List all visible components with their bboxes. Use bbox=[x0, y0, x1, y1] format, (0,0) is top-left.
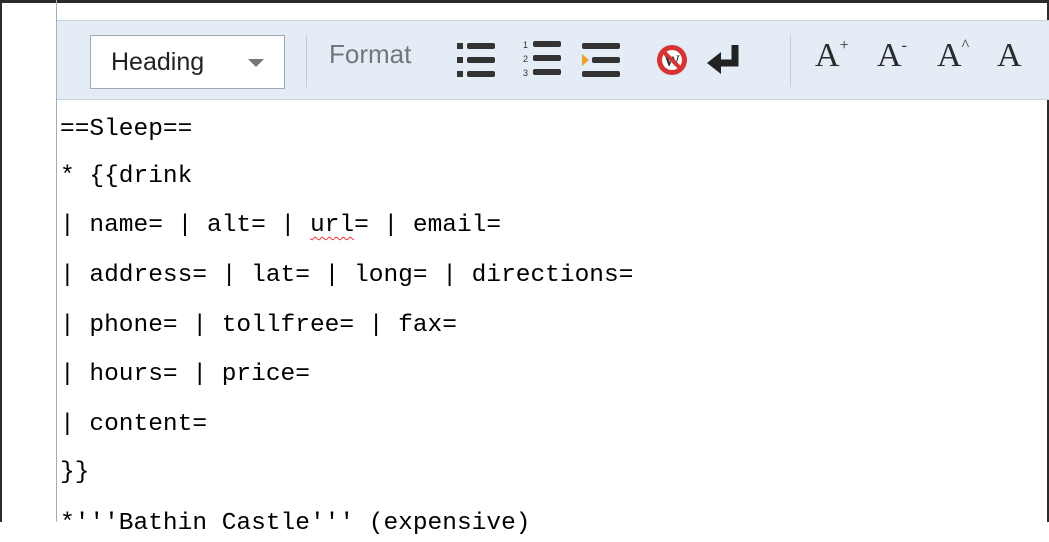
svg-text:2: 2 bbox=[523, 54, 528, 64]
big-font-icon[interactable]: A+ bbox=[815, 37, 849, 74]
code-line: * {{drink bbox=[60, 163, 193, 190]
small-font-icon[interactable]: A- bbox=[877, 37, 907, 74]
editor-toolbar: Heading Format 1 2 3 A+ A- A^ A bbox=[57, 20, 1049, 100]
bulleted-list-icon[interactable] bbox=[457, 35, 497, 92]
format-label: Format bbox=[329, 39, 412, 69]
wikitext-editor[interactable]: ==Sleep== * {{drink | name= | alt= | url… bbox=[60, 112, 1049, 537]
code-line: ==Sleep== bbox=[60, 116, 193, 143]
misspelled-word: url bbox=[309, 212, 355, 239]
toolbar-divider bbox=[306, 35, 307, 87]
code-line: | phone= | tollfree= | fax= bbox=[60, 312, 457, 339]
window-left-border bbox=[0, 0, 2, 522]
toolbar-divider bbox=[790, 35, 791, 87]
superscript-icon[interactable]: A^ bbox=[937, 37, 969, 74]
code-line: | name= | alt= | url= | email= bbox=[60, 212, 502, 239]
superscript-label: A bbox=[937, 37, 962, 74]
subscript-icon[interactable]: A bbox=[997, 39, 1022, 73]
svg-text:1: 1 bbox=[523, 40, 528, 50]
chevron-down-icon bbox=[248, 59, 264, 67]
heading-dropdown-label: Heading bbox=[111, 47, 205, 76]
big-font-label: A bbox=[815, 37, 840, 74]
heading-dropdown[interactable]: Heading bbox=[90, 35, 285, 89]
indent-icon[interactable] bbox=[582, 35, 622, 92]
code-line: | hours= | price= bbox=[60, 361, 310, 388]
code-line: | address= | lat= | long= | directions= bbox=[60, 262, 634, 289]
small-font-label: A bbox=[877, 37, 902, 74]
code-line: | content= bbox=[60, 411, 208, 438]
newline-icon[interactable] bbox=[705, 35, 745, 92]
no-wiki-icon[interactable]: W bbox=[654, 35, 694, 92]
svg-text:3: 3 bbox=[523, 68, 528, 78]
numbered-list-icon[interactable]: 1 2 3 bbox=[523, 35, 563, 92]
code-line: *'''Bathin Castle''' (expensive) bbox=[60, 510, 531, 537]
code-line: }} bbox=[60, 459, 90, 486]
subscript-label: A bbox=[997, 37, 1022, 74]
